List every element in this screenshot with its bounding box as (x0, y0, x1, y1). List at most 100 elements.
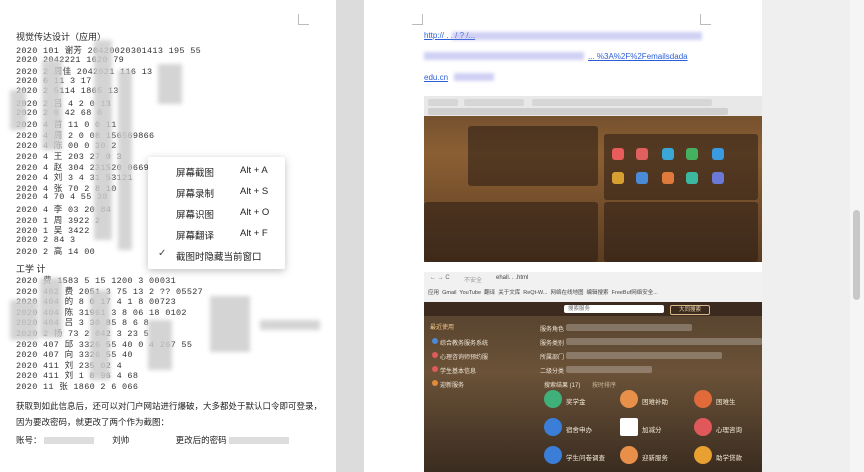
app-icon[interactable] (620, 390, 638, 408)
app-label[interactable]: 心理咨询 (716, 424, 742, 434)
embedded-screenshot-1 (424, 96, 762, 262)
menu-item-label: 屏幕识图 (176, 210, 215, 221)
check-icon: ✓ (158, 248, 167, 259)
site-header: 搜索服务 大同搜索 (424, 302, 762, 316)
menu-item-screen-translate[interactable]: 屏幕翻译 Alt + F (148, 224, 285, 244)
recent-item[interactable]: 学生基本信息 (440, 366, 476, 375)
redaction-blur (454, 73, 494, 81)
browser-tab (532, 99, 712, 106)
browser-toolbar: ← → C 不安全 ehall. . .html 应用 Gmail YouTub… (424, 272, 762, 302)
embedded-screenshot-2: ← → C 不安全 ehall. . .html 应用 Gmail YouTub… (424, 272, 762, 472)
app-label[interactable]: 宿舍申办 (566, 424, 592, 434)
menu-item-shortcut: Alt + A (240, 165, 268, 176)
app-icon[interactable] (620, 418, 638, 436)
app-icon (432, 366, 438, 372)
app-icon[interactable] (544, 418, 562, 436)
screenshot-context-menu: 屏幕截图 Alt + A 屏幕录制 Alt + S 屏幕识图 Alt + O 屏… (148, 157, 285, 269)
redaction-blur (260, 320, 320, 330)
bookmark-item[interactable]: 翻译 (484, 290, 495, 296)
service-search-input[interactable]: 搜索服务 (564, 305, 664, 313)
nav-controls[interactable]: ← → C (430, 275, 450, 281)
redaction-blur (40, 278, 62, 338)
menu-item-screenshot[interactable]: 屏幕截图 Alt + A (148, 161, 285, 181)
search-button[interactable]: 大同搜索 (670, 305, 710, 315)
redacted-account (43, 437, 94, 445)
crop-mark (700, 14, 711, 25)
menu-item-hide-window[interactable]: ✓ 截图时隐藏当前窗口 (148, 245, 285, 265)
app-label[interactable]: 困难生 (716, 396, 736, 406)
recent-item[interactable]: 迎新服务 (440, 380, 464, 389)
app-icon[interactable] (544, 390, 562, 408)
menu-item-screen-record[interactable]: 屏幕录制 Alt + S (148, 182, 285, 202)
menu-item-label: 截图时隐藏当前窗口 (176, 252, 262, 263)
app-icon[interactable] (694, 446, 712, 464)
account-name: 刘帅 (112, 435, 130, 445)
bookmark-item[interactable]: FreeBuf网络安全... (612, 290, 658, 296)
app-label[interactable]: 助学贷款 (716, 452, 742, 462)
app-icon[interactable] (620, 446, 638, 464)
bookmarks-bar: 应用 Gmail YouTube 翻译 关于文库 ReQt-W... 网络在线地… (428, 288, 758, 298)
crop-mark (298, 14, 309, 25)
app-icon[interactable] (694, 390, 712, 408)
recent-item[interactable]: 综合教务服务系统 (440, 338, 488, 347)
address-bar[interactable]: ehall. . .html (496, 275, 528, 281)
app-icon (686, 148, 698, 160)
filter-chips[interactable] (566, 352, 722, 359)
results-count: 搜索结果 (17) (544, 383, 581, 389)
table-row: 2020 2 84 3 (16, 234, 76, 245)
vertical-scrollbar[interactable] (850, 0, 864, 472)
insecure-label: 不安全 (464, 278, 483, 284)
app-icon (612, 172, 624, 184)
app-icon (662, 172, 674, 184)
redaction-blur (210, 296, 250, 352)
app-icon (636, 148, 648, 160)
content-panel (604, 202, 758, 262)
app-icon (662, 148, 674, 160)
menu-item-label: 屏幕翻译 (176, 231, 215, 242)
results-sort[interactable]: 按时排序 (592, 380, 616, 389)
filter-label: 服务角色 (540, 327, 565, 333)
bookmark-item[interactable]: Gmail (442, 290, 456, 296)
filter-chips[interactable] (566, 366, 652, 373)
bookmark-bar (428, 108, 728, 115)
app-label[interactable]: 学生问卷调查 (566, 452, 605, 462)
recent-title: 最近使用 (430, 325, 455, 331)
bookmark-item[interactable]: ReQt-W... (523, 290, 547, 296)
redaction-blur (42, 60, 62, 150)
app-label[interactable]: 困难补助 (642, 396, 668, 406)
app-label[interactable]: 加减分 (642, 424, 662, 434)
document-section-title: 视觉传达设计（应用） (16, 32, 107, 42)
redaction-blur (94, 40, 112, 240)
app-icon[interactable] (694, 418, 712, 436)
recent-item[interactable]: 心理咨询师预约服 (440, 352, 488, 361)
menu-item-label: 屏幕录制 (176, 189, 215, 200)
bookmark-item[interactable]: 网络在线地图 (550, 290, 583, 296)
bookmark-item[interactable]: 应用 (428, 290, 439, 296)
browser-tab (464, 99, 524, 106)
app-icon (712, 172, 724, 184)
app-icon[interactable] (544, 446, 562, 464)
app-label[interactable]: 奖学金 (566, 396, 586, 406)
app-icon (432, 380, 438, 386)
menu-item-screen-ocr[interactable]: 屏幕识图 Alt + O (148, 203, 285, 223)
browser-toolbar (424, 96, 762, 116)
redaction-blur (148, 320, 172, 370)
url-link-2[interactable]: ... %3A%2F%2Femailsdada (588, 52, 688, 61)
url-link-3[interactable]: edu.cn (424, 73, 448, 82)
table-row: 2020 11 张 1860 2 6 066 (16, 382, 139, 392)
filter-chips[interactable] (566, 338, 762, 345)
menu-item-shortcut: Alt + F (240, 228, 268, 239)
redacted-password (229, 437, 290, 445)
app-icon (432, 352, 438, 358)
workspace-margin (762, 0, 850, 472)
redaction-blur (10, 90, 26, 130)
bookmark-item[interactable]: 关于文库 (498, 290, 520, 296)
new-password-label: 更改后的密码 (175, 435, 227, 445)
bookmark-item[interactable]: YouTube (459, 290, 481, 296)
filter-chips[interactable] (566, 324, 692, 331)
scrollbar-thumb[interactable] (853, 210, 860, 300)
app-label[interactable]: 迎新服务 (642, 452, 668, 462)
bookmark-item[interactable]: 编辑搜索 (587, 290, 609, 296)
filter-label: 二级分类 (540, 369, 565, 375)
app-icon (712, 148, 724, 160)
